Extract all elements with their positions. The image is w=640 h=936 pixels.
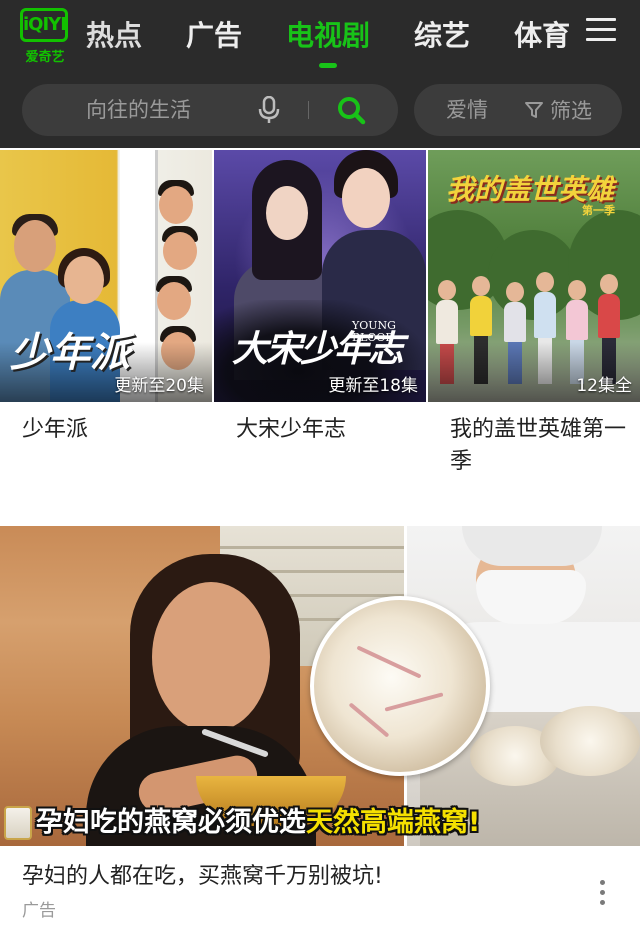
- filter-button[interactable]: 筛选: [524, 84, 592, 136]
- search-placeholder: 向往的生活: [86, 98, 191, 122]
- ad-banner-image[interactable]: 孕妇吃的燕窝必须优选天然高端燕窝!: [0, 526, 640, 846]
- bird-nest-closeup: [310, 596, 490, 776]
- poster-logo-en: YOUNG BLOOD: [352, 319, 396, 344]
- ad-label: 广告: [22, 901, 56, 921]
- episode-badge: 更新至20集: [114, 376, 204, 396]
- episode-badge: 更新至18集: [328, 376, 418, 396]
- show-card[interactable]: 少年派 更新至20集 少年派: [0, 150, 212, 490]
- tab-hot[interactable]: 热点: [86, 14, 142, 54]
- top-header: iQIYI 爱奇艺 热点 广告 电视剧 综艺 体育 向往的生活 爱情 筛选: [0, 0, 640, 148]
- show-title: 少年派: [22, 417, 89, 442]
- tab-tv-series[interactable]: 电视剧: [286, 14, 370, 68]
- funnel-filter-icon: [525, 102, 543, 118]
- show-poster: 大宋少年志 YOUNG BLOOD 更新至18集: [214, 150, 426, 402]
- tab-variety[interactable]: 综艺: [414, 14, 470, 54]
- search-divider: [308, 101, 309, 119]
- ad-caption: 孕妇吃的燕窝必须优选天然高端燕窝!: [36, 807, 481, 838]
- search-icon[interactable]: [336, 95, 366, 125]
- search-bar[interactable]: 向往的生活: [22, 84, 398, 136]
- poster-logo: 少年派: [10, 329, 130, 376]
- filter-tag-romance[interactable]: 爱情: [446, 84, 488, 136]
- logo-subtitle: 爱奇艺: [25, 50, 65, 65]
- ad-title[interactable]: 孕妇的人都在吃，买燕窝千万别被坑!: [22, 858, 383, 890]
- show-card[interactable]: 我的盖世英雄 第一季 12集全 我的盖世英雄第一季: [428, 150, 640, 490]
- microphone-icon[interactable]: [258, 96, 280, 124]
- show-poster: 少年派 更新至20集: [0, 150, 212, 402]
- show-title: 我的盖世英雄第一季: [450, 417, 627, 474]
- more-vertical-icon[interactable]: [592, 878, 612, 908]
- channel-tabs: 热点 广告 电视剧 综艺 体育: [86, 8, 614, 68]
- tab-ads[interactable]: 广告: [186, 14, 242, 54]
- filter-button-label: 筛选: [550, 99, 592, 123]
- hamburger-menu-icon[interactable]: [586, 16, 616, 44]
- show-card[interactable]: 大宋少年志 YOUNG BLOOD 更新至18集 大宋少年志: [214, 150, 426, 490]
- episode-badge: 12集全: [576, 376, 632, 396]
- filter-bar: 爱情 筛选: [414, 84, 622, 136]
- show-poster: 我的盖世英雄 第一季 12集全: [428, 150, 640, 402]
- ad-caption-highlight: 天然高端燕窝!: [306, 807, 481, 838]
- tab-sports[interactable]: 体育: [514, 14, 570, 54]
- drama-card-row: 少年派 更新至20集 少年派 大宋少年志 YOUNG BLOOD 更新至18集 …: [0, 150, 640, 490]
- poster-season: 第一季: [582, 204, 615, 217]
- show-title: 大宋少年志: [236, 417, 347, 442]
- product-jar: [4, 806, 32, 840]
- logo-mark: iQIYI: [20, 8, 68, 42]
- iqiyi-logo[interactable]: iQIYI 爱奇艺: [18, 6, 72, 66]
